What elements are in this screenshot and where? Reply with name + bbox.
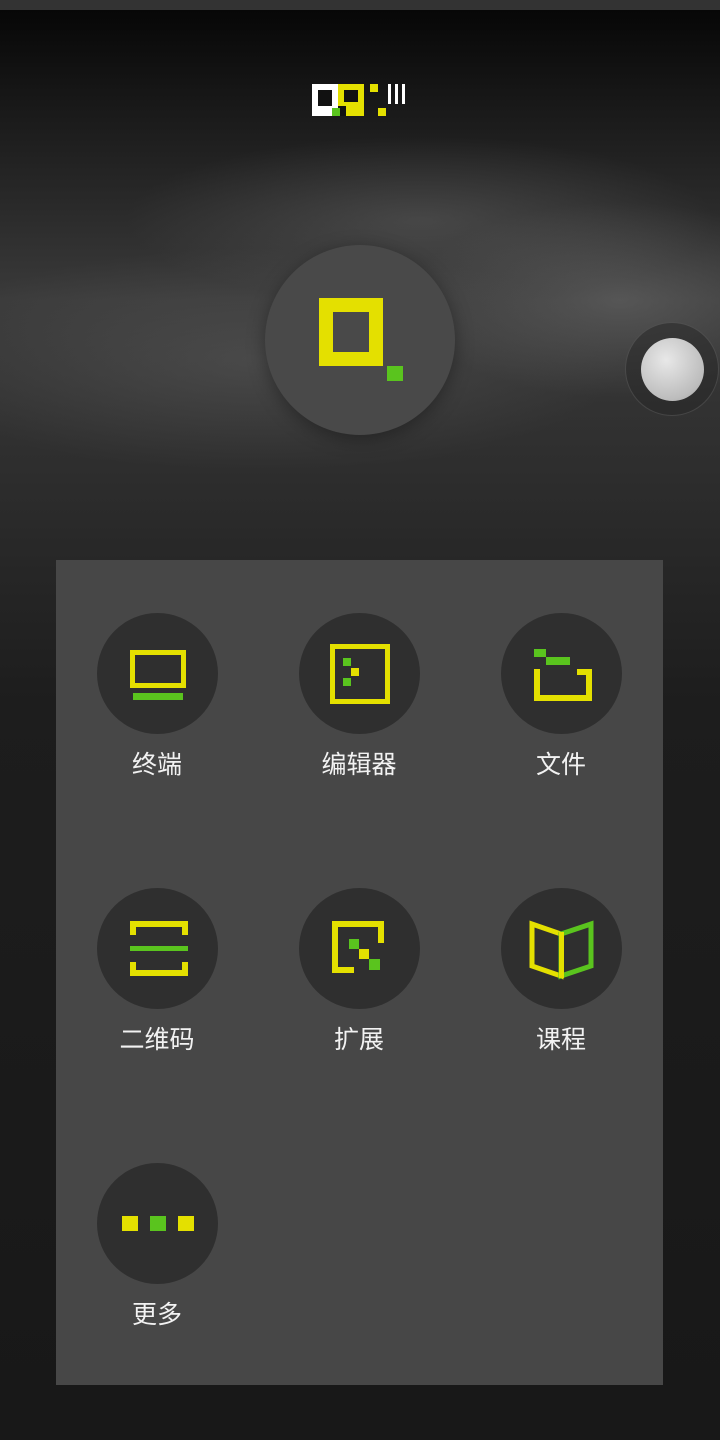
menu-label: 终端: [131, 750, 182, 779]
more-circle: [97, 1163, 218, 1284]
course-circle: [501, 888, 622, 1009]
menu-label: 扩展: [333, 1025, 384, 1054]
status-bar: [0, 0, 720, 10]
terminal-circle: [97, 613, 218, 734]
editor-icon: [330, 644, 390, 704]
menu-item-editor[interactable]: 编辑器: [258, 560, 460, 800]
menu-label: 编辑器: [321, 750, 397, 779]
menu-label: 文件: [535, 750, 586, 779]
menu-label: 二维码: [119, 1025, 195, 1054]
files-circle: [501, 613, 622, 734]
menu-item-qrcode[interactable]: 二维码: [56, 835, 258, 1075]
folder-icon: [534, 649, 592, 701]
qpython-logo-icon: [312, 84, 405, 116]
menu-item-files[interactable]: 文件: [460, 560, 662, 800]
start-button[interactable]: [265, 245, 455, 435]
menu-item-more[interactable]: 更多: [56, 1110, 258, 1350]
terminal-icon: [130, 650, 186, 700]
floating-ball[interactable]: [625, 322, 719, 416]
more-icon: [122, 1216, 194, 1231]
extension-circle: [299, 888, 420, 1009]
extension-icon: [332, 921, 384, 973]
menu-item-course[interactable]: 课程: [460, 835, 662, 1075]
menu-item-terminal[interactable]: 终端: [56, 560, 258, 800]
menu-item-extension[interactable]: 扩展: [258, 835, 460, 1075]
floating-ball-knob: [641, 338, 704, 401]
editor-circle: [299, 613, 420, 734]
qrcode-circle: [97, 888, 218, 1009]
menu-label: 课程: [535, 1025, 586, 1054]
menu-panel: 终端 编辑器 文件 二维码 扩展 课程 更多: [56, 560, 663, 1385]
home-screen: 终端 编辑器 文件 二维码 扩展 课程 更多: [0, 0, 720, 1440]
course-book-icon: [529, 920, 594, 980]
qrcode-scan-icon: [130, 921, 188, 976]
qpython-start-icon: [319, 298, 403, 381]
menu-label: 更多: [131, 1300, 182, 1329]
